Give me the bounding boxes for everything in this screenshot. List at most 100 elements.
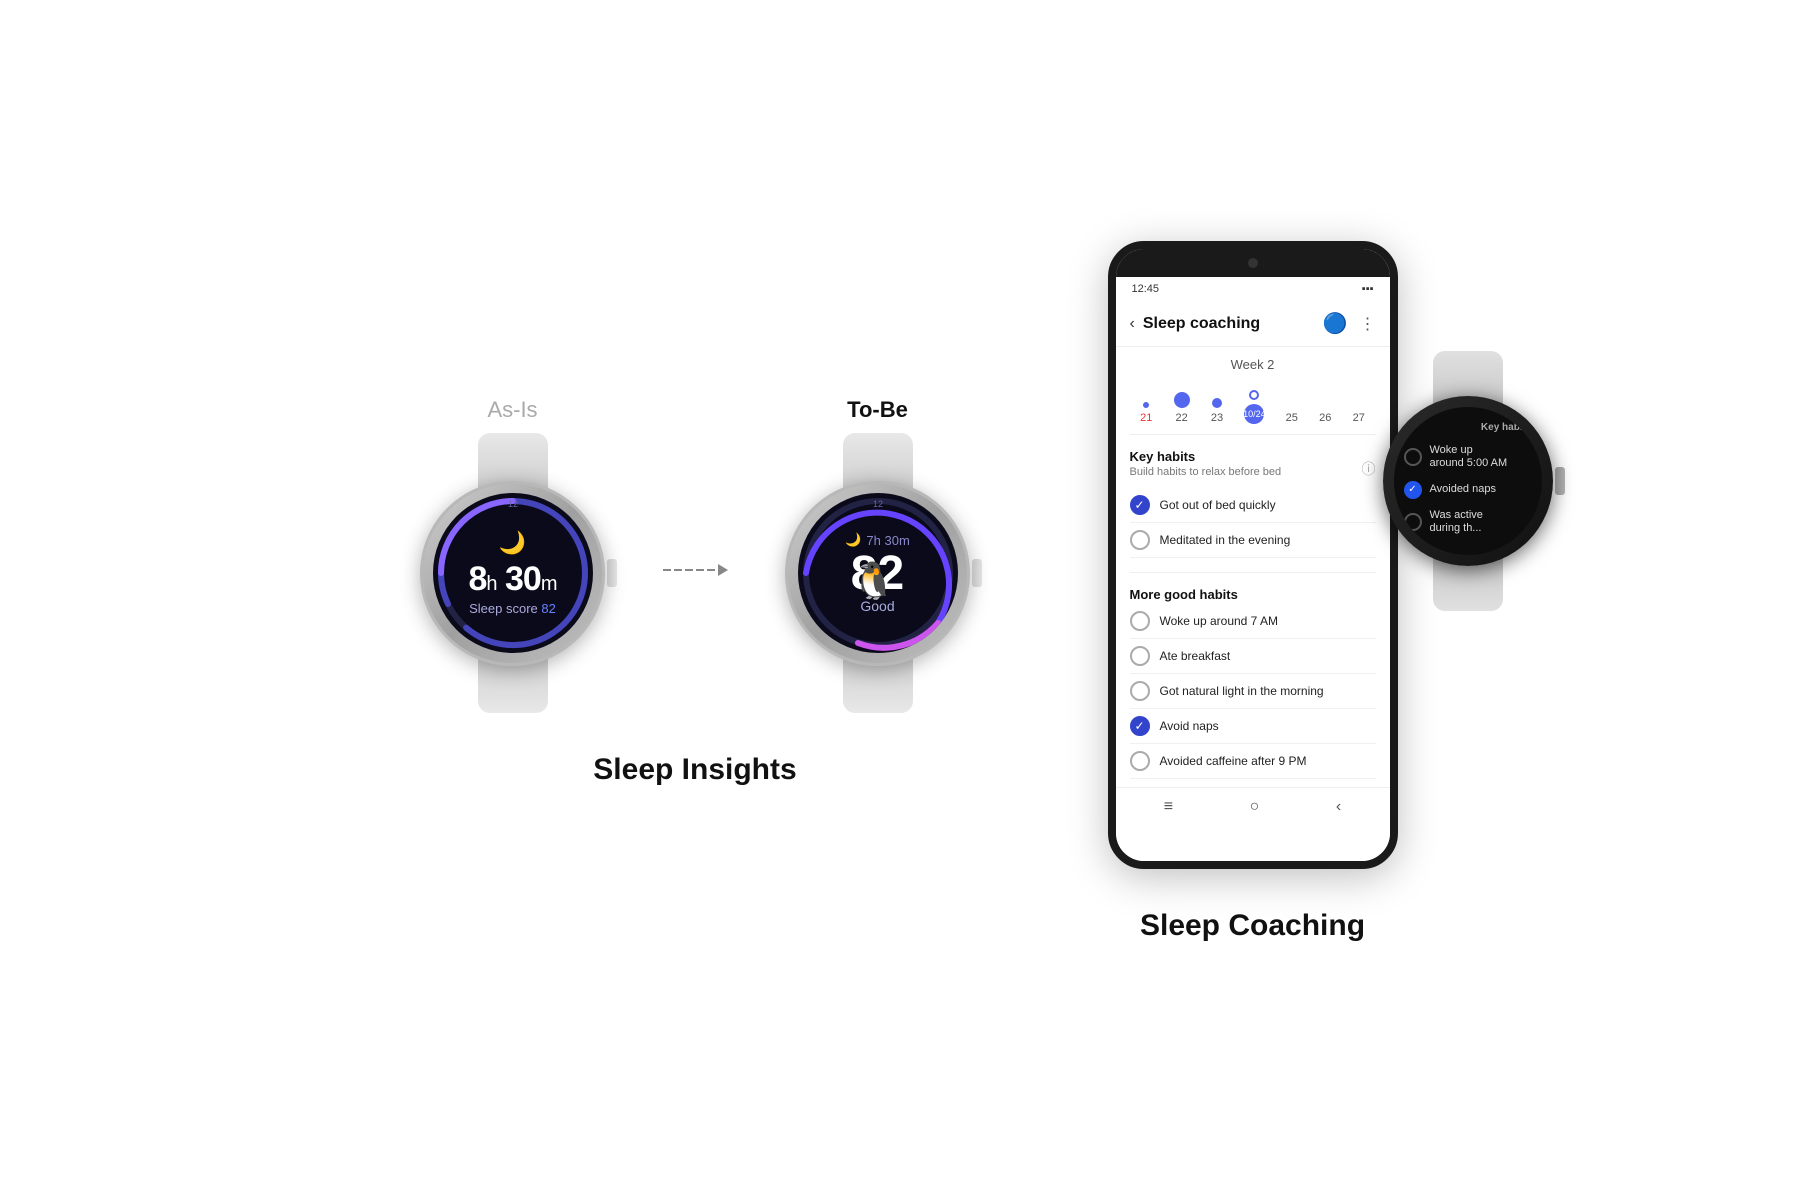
watch-band-top-asis: [478, 433, 548, 488]
cal-num-23: 23: [1211, 412, 1223, 424]
watch1-content: 🌙 8h 30m Sleep score 82: [469, 530, 557, 616]
more-habit-text-4: Avoid naps: [1160, 719, 1219, 733]
cal-day-1024[interactable]: 10/24: [1244, 390, 1264, 424]
more-habit-text-3: Got natural light in the morning: [1160, 684, 1324, 698]
sleep-time: 8h 30m: [469, 560, 557, 599]
watch-band-top-tobe: [843, 433, 913, 488]
nav-back[interactable]: ‹: [1336, 798, 1341, 816]
dash3: [685, 569, 693, 571]
main-container: As-Is 12: [0, 201, 1800, 983]
cal-day-25[interactable]: 25: [1286, 402, 1298, 424]
cal-day-27[interactable]: 27: [1353, 402, 1365, 424]
phone-camera: [1248, 258, 1258, 268]
more-habit-4: ✓ Avoid naps: [1130, 709, 1376, 744]
sw-key-habits-label: Key habits: [1404, 422, 1532, 433]
cal-dot-23: [1212, 398, 1222, 408]
sw-content: Key habits Woke uparound 5:00 AM ✓ Avoid…: [1404, 422, 1532, 540]
key-habit-check-2[interactable]: [1130, 530, 1150, 550]
more-habit-text-5: Avoided caffeine after 9 PM: [1160, 754, 1307, 768]
watch-screen-asis: 12 🌙 8h 30m Sleep score 82: [433, 493, 593, 653]
watch-crown-asis: [607, 559, 617, 587]
devices-row: 12:45 ▪▪▪ ‹ Sleep coaching 🔵 ⋮: [1108, 241, 1398, 869]
app-header: ‹ Sleep coaching 🔵 ⋮: [1116, 301, 1390, 347]
more-habit-check-1[interactable]: [1130, 611, 1150, 631]
sleep-coaching-title: Sleep Coaching: [1140, 909, 1365, 943]
watch-case-asis: 12 🌙 8h 30m Sleep score 82: [420, 481, 605, 666]
sw-habit-1: Woke uparound 5:00 AM: [1404, 439, 1532, 475]
cal-day-26[interactable]: 26: [1319, 402, 1331, 424]
phone-bottom-nav: ≡ ○ ‹: [1116, 787, 1390, 826]
cal-day-21[interactable]: 21: [1140, 402, 1152, 424]
week-label: Week 2: [1231, 357, 1275, 372]
smartwatch-right-container: Key habits Woke uparound 5:00 AM ✓ Avoid…: [1368, 351, 1568, 611]
key-habits-header-row: Key habits Build habits to relax before …: [1130, 449, 1376, 488]
key-habits-section: Key habits Build habits to relax before …: [1116, 441, 1390, 566]
nav-menu[interactable]: ≡: [1164, 798, 1173, 816]
sleep-insights-title: Sleep Insights: [593, 753, 796, 787]
cal-num-1024: 10/24: [1244, 404, 1264, 424]
cal-day-22[interactable]: 22: [1174, 392, 1190, 424]
more-icon[interactable]: ⋮: [1360, 314, 1376, 334]
divider-2: [1130, 572, 1376, 573]
watch-asis: 12 🌙 8h 30m Sleep score 82: [403, 433, 623, 713]
more-habit-5: Avoided caffeine after 9 PM: [1130, 744, 1376, 779]
cal-dot-1024: [1249, 390, 1259, 400]
watch-band-bottom-tobe: [843, 658, 913, 713]
key-habits-subtitle: Build habits to relax before bed: [1130, 466, 1282, 478]
dashed-arrow: [663, 564, 728, 576]
phone-mockup: 12:45 ▪▪▪ ‹ Sleep coaching 🔵 ⋮: [1108, 241, 1398, 869]
cal-dot-21: [1143, 402, 1149, 408]
svg-text:12: 12: [872, 499, 882, 509]
more-habits-title: More good habits: [1130, 587, 1376, 602]
key-habit-text-1: Got out of bed quickly: [1160, 498, 1276, 512]
sw-habit-check-1: [1404, 448, 1422, 466]
divider-1: [1130, 434, 1376, 435]
status-icons: ▪▪▪: [1362, 283, 1374, 295]
key-habit-item-1: ✓ Got out of bed quickly: [1130, 488, 1376, 523]
key-habit-check-1[interactable]: ✓: [1130, 495, 1150, 515]
penguin-icon: 🐧: [851, 560, 896, 602]
watch-band-bottom-asis: [478, 658, 548, 713]
key-habits-title: Key habits: [1130, 449, 1282, 464]
sw-habit-text-3: Was activeduring th...: [1430, 509, 1483, 535]
more-habit-text-1: Woke up around 7 AM: [1160, 614, 1279, 628]
moon-icon: 🌙: [499, 530, 526, 556]
more-habit-check-5[interactable]: [1130, 751, 1150, 771]
more-habit-check-2[interactable]: [1130, 646, 1150, 666]
cal-spacer-27: [1356, 402, 1362, 408]
phone-screen: ‹ Sleep coaching 🔵 ⋮ Week 2: [1116, 301, 1390, 861]
watch-screen-tobe: 12 🌙 7h 30m 82 Good 🐧: [798, 493, 958, 653]
sleep-insights-section: As-Is 12: [403, 397, 988, 787]
asis-label: As-Is: [487, 397, 537, 423]
cal-spacer-25: [1289, 402, 1295, 408]
back-icon[interactable]: ‹: [1130, 315, 1135, 333]
nav-home[interactable]: ○: [1250, 798, 1260, 816]
watches-row: As-Is 12: [403, 397, 988, 713]
more-habits-section: More good habits Woke up around 7 AM Ate…: [1116, 579, 1390, 787]
sw-screen: Key habits Woke uparound 5:00 AM ✓ Avoid…: [1394, 407, 1542, 555]
more-habit-check-4[interactable]: ✓: [1130, 716, 1150, 736]
sw-habit-text-1: Woke uparound 5:00 AM: [1430, 444, 1508, 470]
phone-notch: [1116, 249, 1390, 277]
phone-status-bar: 12:45 ▪▪▪: [1116, 277, 1390, 301]
cal-num-22: 22: [1176, 412, 1188, 424]
sleep-score-label: Sleep score 82: [469, 601, 556, 616]
app-logo-icon: 🔵: [1323, 311, 1348, 336]
dash4: [696, 569, 704, 571]
app-header-title: Sleep coaching: [1143, 315, 1260, 333]
header-icons: 🔵 ⋮: [1323, 311, 1376, 336]
watch-case-tobe: 12 🌙 7h 30m 82 Good 🐧: [785, 481, 970, 666]
week-selector: Week 2: [1116, 347, 1390, 382]
arrow-head: [718, 564, 728, 576]
cal-num-25: 25: [1286, 412, 1298, 424]
key-habit-text-2: Meditated in the evening: [1160, 533, 1291, 547]
more-habit-check-3[interactable]: [1130, 681, 1150, 701]
sleep-score-value: 82: [541, 601, 555, 616]
sw-crown: [1555, 467, 1565, 495]
cal-day-23[interactable]: 23: [1211, 398, 1223, 424]
smartwatch-right: Key habits Woke uparound 5:00 AM ✓ Avoid…: [1368, 351, 1568, 611]
sw-case: Key habits Woke uparound 5:00 AM ✓ Avoid…: [1383, 396, 1553, 566]
cal-spacer-26: [1322, 402, 1328, 408]
key-habit-item-2: Meditated in the evening: [1130, 523, 1376, 558]
dash2: [674, 569, 682, 571]
